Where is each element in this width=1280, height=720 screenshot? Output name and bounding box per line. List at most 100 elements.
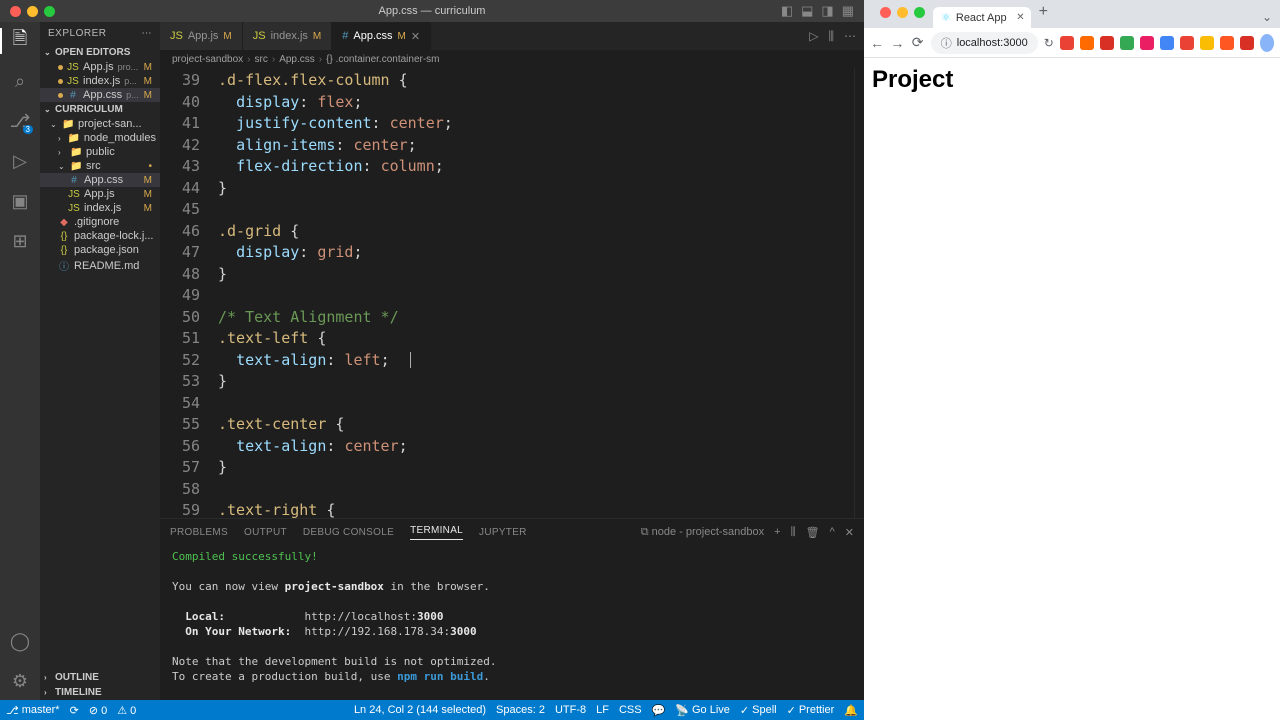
settings-gear-icon[interactable]: ⚙ xyxy=(9,670,31,692)
open-editors-section[interactable]: ⌄OPEN EDITORS xyxy=(40,45,160,60)
panel-tab[interactable]: JUPYTER xyxy=(479,527,527,538)
split-editor-icon[interactable]: ⫼ xyxy=(828,29,834,44)
share-icon[interactable]: ↻ xyxy=(1044,36,1054,50)
debug-icon[interactable]: ▷ xyxy=(9,150,31,172)
branch-indicator[interactable]: ⎇ master* xyxy=(6,704,60,717)
extension-icon[interactable] xyxy=(1100,36,1114,50)
extension-icon[interactable] xyxy=(1080,36,1094,50)
new-terminal-icon[interactable]: + xyxy=(774,526,780,538)
extension-icon[interactable] xyxy=(1180,36,1194,50)
extension-icon[interactable] xyxy=(1160,36,1174,50)
address-bar[interactable]: ⓘ localhost:3000 xyxy=(931,32,1038,54)
back-button[interactable]: ← xyxy=(870,35,884,51)
cursor-position[interactable]: Ln 24, Col 2 (144 selected) xyxy=(354,704,486,716)
indentation[interactable]: Spaces: 2 xyxy=(496,704,545,716)
file-readme[interactable]: ⓘREADME.md xyxy=(40,257,160,274)
extensions-icon[interactable]: ▣ xyxy=(9,190,31,212)
folder-root[interactable]: ⌄📁project-san... xyxy=(40,117,160,131)
open-editor-item[interactable]: JSApp.jspro...M xyxy=(40,60,160,74)
new-tab-button[interactable]: + xyxy=(1031,3,1056,25)
remote-icon[interactable]: ⊞ xyxy=(9,230,31,252)
forward-button[interactable]: → xyxy=(890,35,904,51)
activity-bar: 🗎 ⌕ ⎇3 ▷ ▣ ⊞ ◯ ⚙ xyxy=(0,22,40,700)
errors-indicator[interactable]: ⊘ 0 xyxy=(89,704,107,717)
editor-tabs: JSApp.jsMJSindex.jsM#App.cssM✕ ▷ ⫼ ⋯ xyxy=(160,22,864,50)
extension-icon[interactable] xyxy=(1140,36,1154,50)
sidebar: EXPLORER⋯ ⌄OPEN EDITORS JSApp.jspro...MJ… xyxy=(40,22,160,700)
browser-tab[interactable]: ⚛ React App ✕ xyxy=(933,7,1031,28)
kill-terminal-icon[interactable]: 🗑 xyxy=(806,526,820,539)
url-text: localhost:3000 xyxy=(957,37,1028,49)
terminal-shell-selector[interactable]: ⧉ node - project-sandbox xyxy=(641,526,764,539)
panel-tab[interactable]: DEBUG CONSOLE xyxy=(303,527,394,538)
open-editor-item[interactable]: #App.cssp...M xyxy=(40,88,160,102)
encoding[interactable]: UTF-8 xyxy=(555,704,586,716)
maximize-panel-icon[interactable]: ^ xyxy=(830,526,835,538)
panel-tabs: PROBLEMS OUTPUT DEBUG CONSOLE TERMINAL JUPYT… xyxy=(160,519,864,545)
feedback-icon[interactable]: 💬 xyxy=(652,704,666,717)
editor-tab[interactable]: #App.cssM✕ xyxy=(332,22,431,50)
eol[interactable]: LF xyxy=(596,704,609,716)
browser-maximize-button[interactable] xyxy=(914,7,925,18)
file-gitignore[interactable]: ◆.gitignore xyxy=(40,215,160,229)
code-editor[interactable]: 3940414243444546474849505152535455565758… xyxy=(160,68,864,518)
editor-tab[interactable]: JSindex.jsM xyxy=(243,22,332,50)
timeline-section[interactable]: ›TIMELINE xyxy=(40,685,160,700)
run-icon[interactable]: ▷ xyxy=(809,29,818,43)
editor-tab[interactable]: JSApp.jsM xyxy=(160,22,243,50)
project-section[interactable]: ⌄CURRICULUM xyxy=(40,102,160,117)
editor-column: JSApp.jsMJSindex.jsM#App.cssM✕ ▷ ⫼ ⋯ projec… xyxy=(160,22,864,700)
extension-icon[interactable] xyxy=(1220,36,1234,50)
panel-tab[interactable]: OUTPUT xyxy=(244,527,287,538)
reload-button[interactable]: ⟳ xyxy=(911,34,925,51)
titlebar: App.css — curriculum ◧ ⬓ ◨ ▦ xyxy=(0,0,864,22)
tab-dropdown-icon[interactable]: ⌄ xyxy=(1254,6,1280,28)
panel-tab[interactable]: PROBLEMS xyxy=(170,527,228,538)
folder-node-modules[interactable]: ›📁node_modules xyxy=(40,131,160,145)
split-terminal-icon[interactable]: ⫼ xyxy=(791,526,796,539)
explorer-icon[interactable]: 🗎 xyxy=(9,30,31,52)
go-live-button[interactable]: 📡 Go Live xyxy=(675,704,730,717)
close-tab-icon[interactable]: ✕ xyxy=(411,30,420,43)
file-item[interactable]: #App.cssM xyxy=(40,173,160,187)
outline-section[interactable]: ›OUTLINE xyxy=(40,670,160,685)
extension-icon[interactable] xyxy=(1240,36,1254,50)
browser-close-button[interactable] xyxy=(880,7,891,18)
extension-icon[interactable] xyxy=(1120,36,1134,50)
file-package-lock[interactable]: {}package-lock.j... xyxy=(40,229,160,243)
browser-tab-title: React App xyxy=(956,12,1007,24)
file-item[interactable]: JSindex.jsM xyxy=(40,201,160,215)
close-tab-icon[interactable]: ✕ xyxy=(1016,12,1024,23)
panel-tab[interactable]: TERMINAL xyxy=(410,525,463,540)
code-content[interactable]: .d-flex.flex-column { display: flex; jus… xyxy=(218,68,854,518)
profile-avatar[interactable] xyxy=(1260,34,1274,52)
close-panel-icon[interactable]: ✕ xyxy=(845,526,854,539)
language-mode[interactable]: CSS xyxy=(619,704,642,716)
browser-minimize-button[interactable] xyxy=(897,7,908,18)
open-editor-item[interactable]: JSindex.jsp...M xyxy=(40,74,160,88)
warnings-indicator[interactable]: ⚠ 0 xyxy=(117,704,136,717)
panel: PROBLEMS OUTPUT DEBUG CONSOLE TERMINAL JUPYT… xyxy=(160,518,864,700)
site-info-icon[interactable]: ⓘ xyxy=(941,35,952,51)
folder-src[interactable]: ⌄📁src• xyxy=(40,159,160,173)
notifications-icon[interactable]: 🔔 xyxy=(844,704,858,717)
file-package-json[interactable]: {}package.json xyxy=(40,243,160,257)
spell-check[interactable]: ✓ Spell xyxy=(740,704,777,717)
terminal[interactable]: Compiled successfully! You can now view … xyxy=(160,545,864,700)
sync-button[interactable]: ⟳ xyxy=(70,704,79,717)
account-icon[interactable]: ◯ xyxy=(9,630,31,652)
window-title: App.css — curriculum xyxy=(0,5,864,17)
minimap[interactable] xyxy=(854,68,864,518)
source-control-icon[interactable]: ⎇3 xyxy=(9,110,31,132)
search-icon[interactable]: ⌕ xyxy=(9,70,31,92)
more-icon[interactable]: ⋯ xyxy=(844,29,856,43)
extension-icon[interactable] xyxy=(1200,36,1214,50)
more-icon[interactable]: ⋯ xyxy=(142,28,153,39)
breadcrumb[interactable]: project-sandbox›src›App.css›{} .containe… xyxy=(160,50,864,68)
extension-icon[interactable] xyxy=(1060,36,1074,50)
sidebar-title: EXPLORER⋯ xyxy=(40,22,160,45)
folder-public[interactable]: ›📁public xyxy=(40,145,160,159)
file-item[interactable]: JSApp.jsM xyxy=(40,187,160,201)
vscode-window: App.css — curriculum ◧ ⬓ ◨ ▦ 🗎 ⌕ ⎇3 ▷ ▣ … xyxy=(0,0,864,720)
prettier-status[interactable]: ✓ Prettier xyxy=(787,704,835,717)
